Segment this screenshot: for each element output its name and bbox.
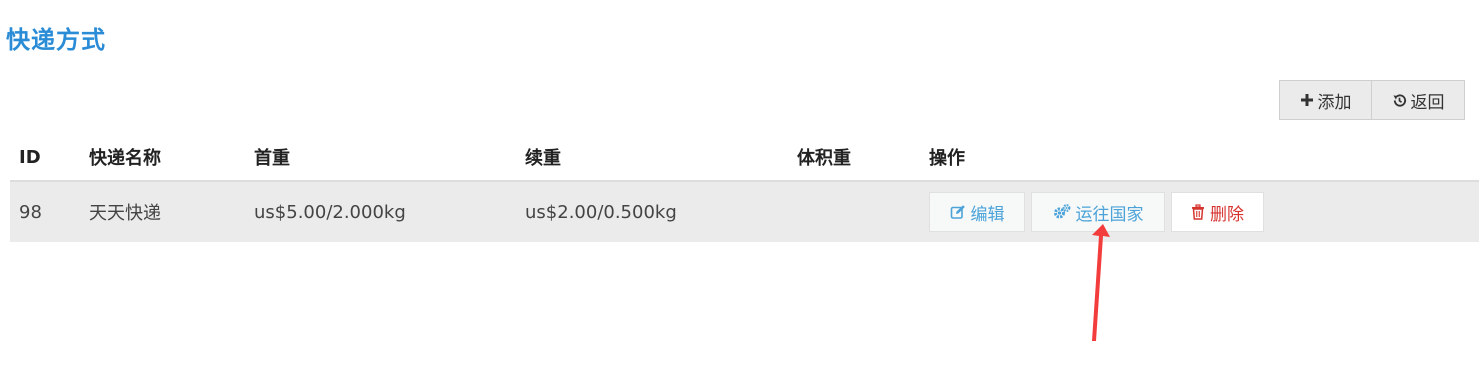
cell-id: 98 xyxy=(10,181,80,242)
column-header-name: 快递名称 xyxy=(80,134,245,182)
edit-button[interactable]: 编辑 xyxy=(929,192,1025,232)
plus-icon xyxy=(1300,93,1314,107)
trash-icon xyxy=(1191,204,1205,220)
shipping-countries-button-label: 运往国家 xyxy=(1075,204,1144,225)
column-header-continued-weight: 续重 xyxy=(516,134,788,182)
delete-button[interactable]: 删除 xyxy=(1171,192,1264,232)
add-button[interactable]: 添加 xyxy=(1279,80,1372,120)
edit-icon xyxy=(950,204,966,220)
cell-actions: 编辑 运往国家 删除 xyxy=(920,181,1479,242)
column-header-id: ID xyxy=(10,134,80,182)
page-title: 快递方式 xyxy=(6,26,106,54)
table-header-row: ID 快递名称 首重 续重 体积重 操作 xyxy=(10,134,1479,182)
cell-first-weight: us$5.00/2.000kg xyxy=(245,181,516,242)
back-button-label: 返回 xyxy=(1410,92,1445,113)
cell-continued-weight: us$2.00/0.500kg xyxy=(516,181,788,242)
add-button-label: 添加 xyxy=(1317,92,1352,113)
toolbar: 添加 返回 xyxy=(1279,80,1465,120)
edit-button-label: 编辑 xyxy=(970,204,1005,225)
delete-button-label: 删除 xyxy=(1210,204,1244,225)
back-button[interactable]: 返回 xyxy=(1372,80,1465,120)
column-header-first-weight: 首重 xyxy=(245,134,516,182)
row-actions: 编辑 运往国家 删除 xyxy=(929,192,1479,232)
cell-name: 天天快递 xyxy=(80,181,245,242)
history-icon xyxy=(1392,93,1407,108)
cogs-icon xyxy=(1053,204,1071,220)
cell-volume-weight xyxy=(788,181,920,242)
shipping-methods-table: ID 快递名称 首重 续重 体积重 操作 98 天天快递 us$5.00/2.0… xyxy=(10,134,1479,242)
column-header-volume-weight: 体积重 xyxy=(788,134,920,182)
shipping-countries-button[interactable]: 运往国家 xyxy=(1031,192,1165,232)
column-header-actions: 操作 xyxy=(920,134,1479,182)
table-row: 98 天天快递 us$5.00/2.000kg us$2.00/0.500kg … xyxy=(10,181,1479,242)
